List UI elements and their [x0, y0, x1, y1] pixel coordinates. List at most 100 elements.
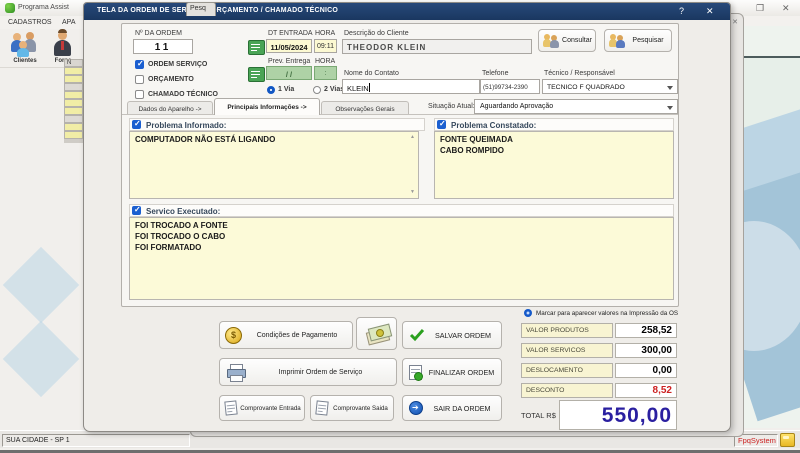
- prev-entrega-label: Prev. Entrega: [268, 58, 311, 65]
- desconto-field[interactable]: 8,52: [615, 383, 677, 398]
- scroll-down-icon[interactable]: ▼: [410, 189, 415, 195]
- problema-informado-textarea[interactable]: COMPUTADOR NÃO ESTÁ LIGANDO: [129, 131, 419, 199]
- servico-executado-checkbox[interactable]: [132, 205, 141, 215]
- order-dialog: TELA DA ORDEM DE SERVIÇO / ORÇAMENTO / C…: [83, 2, 731, 432]
- problema-constatado-textarea[interactable]: FONTE QUEIMADA CABO ROMPIDO: [434, 131, 674, 199]
- deslocamento-label: DESLOCAMENTO: [521, 363, 613, 378]
- dialog-titlebar[interactable]: TELA DA ORDEM DE SERVIÇO / ORÇAMENTO / C…: [84, 3, 730, 20]
- dt-entrada-label: DT ENTRADA: [268, 30, 313, 37]
- tecnico-value: TECNICO F QUADRADO: [547, 84, 625, 91]
- status-city-text: SUA CIDADE - SP 1: [6, 437, 70, 444]
- chamado-tecnico-label: CHAMADO TÉCNICO: [148, 91, 218, 98]
- maximize-icon[interactable]: ❐: [756, 3, 764, 14]
- numero-field[interactable]: 11: [133, 39, 193, 54]
- valor-produtos-field[interactable]: 258,52: [615, 323, 677, 338]
- toolbar-clientes-button[interactable]: Clientes: [8, 31, 42, 65]
- servico-executado-textarea[interactable]: FOI TROCADO A FONTE FOI TROCADO O CABO F…: [129, 217, 674, 300]
- tab-observacoes-gerais[interactable]: Observações Gerais: [321, 101, 409, 115]
- toolbar-clientes-label: Clientes: [13, 58, 37, 64]
- orcamento-label: ORÇAMENTO: [148, 76, 194, 83]
- document-icon: [224, 400, 238, 416]
- pesquisar-label: Pesquisar: [632, 37, 664, 44]
- calendar-icon[interactable]: [248, 67, 265, 82]
- menu-aparelhos[interactable]: APA: [62, 19, 76, 26]
- dinheiro-button[interactable]: [356, 317, 397, 350]
- people-icon: [543, 33, 559, 48]
- tab-separator: [122, 114, 678, 115]
- comprovante-entrada-label: Comprovante Entrada: [240, 404, 301, 412]
- dt-entrada-field[interactable]: 11/05/2024: [266, 39, 312, 53]
- consultar-button[interactable]: Consultar: [538, 29, 596, 52]
- ordem-servico-label: ORDEM SERVIÇO: [148, 61, 208, 68]
- orcamento-checkbox[interactable]: [135, 75, 144, 84]
- prev-hora-field[interactable]: :: [314, 66, 337, 80]
- clients-icon: [10, 32, 40, 57]
- descricao-cliente-label: Descrição do Cliente: [344, 30, 409, 37]
- via2-radio[interactable]: [313, 86, 321, 94]
- total-label: TOTAL R$: [521, 411, 556, 420]
- situacao-select[interactable]: Aguardando Aprovação: [474, 99, 678, 114]
- app-logo-icon: [5, 3, 15, 13]
- pesq-close-icon[interactable]: ✕: [732, 18, 738, 26]
- menu-cadastros[interactable]: CADASTROS: [8, 19, 52, 26]
- chevron-down-icon: [667, 106, 673, 110]
- prev-entrega-field[interactable]: / /: [266, 66, 312, 80]
- telefone-field[interactable]: (51)99734-2390: [480, 79, 540, 94]
- scroll-up-icon[interactable]: ▲: [410, 134, 415, 140]
- descricao-cliente-field[interactable]: THEODOR KLEIN: [342, 39, 532, 54]
- hora-label: HORA: [315, 30, 336, 37]
- hora-field[interactable]: 09:11: [314, 39, 337, 53]
- close-icon[interactable]: ✕: [782, 3, 790, 14]
- wallpaper-diamond: [2, 320, 80, 398]
- tecnico-select[interactable]: TECNICO F QUADRADO: [542, 79, 678, 94]
- desconto-label: DESCONTO: [521, 383, 613, 398]
- imprimir-ordem-label: Imprimir Ordem de Serviço: [278, 368, 363, 376]
- printer-icon: [227, 364, 246, 382]
- dialog-title: TELA DA ORDEM DE SERVIÇO / ORÇAMENTO / C…: [97, 7, 339, 14]
- problema-constatado-label: Problema Constatado:: [451, 121, 537, 130]
- numero-label: Nº DA ORDEM: [135, 30, 182, 37]
- problema-constatado-header: Problema Constatado:: [434, 118, 674, 131]
- imprimir-ordem-button[interactable]: Imprimir Ordem de Serviço: [219, 358, 397, 386]
- problema-informado-header: Problema Informado:: [129, 118, 425, 131]
- comprovante-entrada-button[interactable]: Comprovante Entrada: [219, 395, 305, 421]
- pesq-title-text: Pesq: [190, 5, 206, 12]
- tab-label: Observações Gerais: [335, 106, 395, 113]
- calendar-icon[interactable]: [248, 40, 265, 55]
- brand-text: FpqSystem: [738, 436, 776, 445]
- consultar-label: Consultar: [562, 37, 592, 44]
- nome-contato-field[interactable]: KLEIN: [342, 79, 480, 94]
- status-city-cell: SUA CIDADE - SP 1: [2, 434, 190, 447]
- prev-hora-label: HORA: [315, 58, 336, 65]
- document-icon: [315, 400, 329, 416]
- sair-ordem-label: SAIR DA ORDEM: [433, 403, 491, 413]
- marcar-valores-radio[interactable]: [524, 309, 532, 317]
- finalizar-ordem-button[interactable]: FINALIZAR ORDEM: [402, 358, 502, 386]
- condicoes-pagamento-button[interactable]: $ Condições de Pagamento: [219, 321, 353, 349]
- ordem-servico-checkbox[interactable]: [135, 59, 144, 69]
- condicoes-pagamento-label: Condições de Pagamento: [256, 331, 338, 339]
- pesquisar-button[interactable]: Pesquisar: [604, 29, 672, 52]
- comprovante-saida-button[interactable]: Comprovante Saida: [310, 395, 394, 421]
- status-folder-icon: [780, 433, 795, 447]
- via1-radio[interactable]: [267, 86, 275, 94]
- tab-label: Dados do Aparelho ->: [138, 106, 202, 113]
- wallpaper-diamond: [2, 246, 80, 324]
- sair-ordem-button[interactable]: ➔ SAIR DA ORDEM: [402, 395, 502, 421]
- deslocamento-field[interactable]: 0,00: [615, 363, 677, 378]
- tab-principais-informacoes[interactable]: Principais Informações ->: [214, 98, 320, 115]
- valor-servicos-label: VALOR SERVICOS: [521, 343, 613, 358]
- pesq-title-fragment: Pesq: [186, 2, 216, 16]
- problema-constatado-checkbox[interactable]: [437, 119, 446, 129]
- help-icon[interactable]: ?: [679, 6, 684, 16]
- tab-dados-aparelho[interactable]: Dados do Aparelho ->: [127, 101, 213, 115]
- dialog-close-icon[interactable]: ✕: [706, 6, 714, 17]
- salvar-ordem-button[interactable]: SALVAR ORDEM: [402, 321, 502, 349]
- problema-informado-checkbox[interactable]: [132, 119, 141, 129]
- document-check-icon: [409, 364, 423, 381]
- check-icon: [409, 329, 425, 342]
- tecnico-label: Técnico / Responsável: [544, 70, 615, 77]
- chamado-tecnico-checkbox[interactable]: [135, 90, 144, 99]
- dialog-main-panel: Nº DA ORDEM 11 ORDEM SERVIÇO ORÇAMENTO C…: [121, 23, 679, 307]
- valor-servicos-field[interactable]: 300,00: [615, 343, 677, 358]
